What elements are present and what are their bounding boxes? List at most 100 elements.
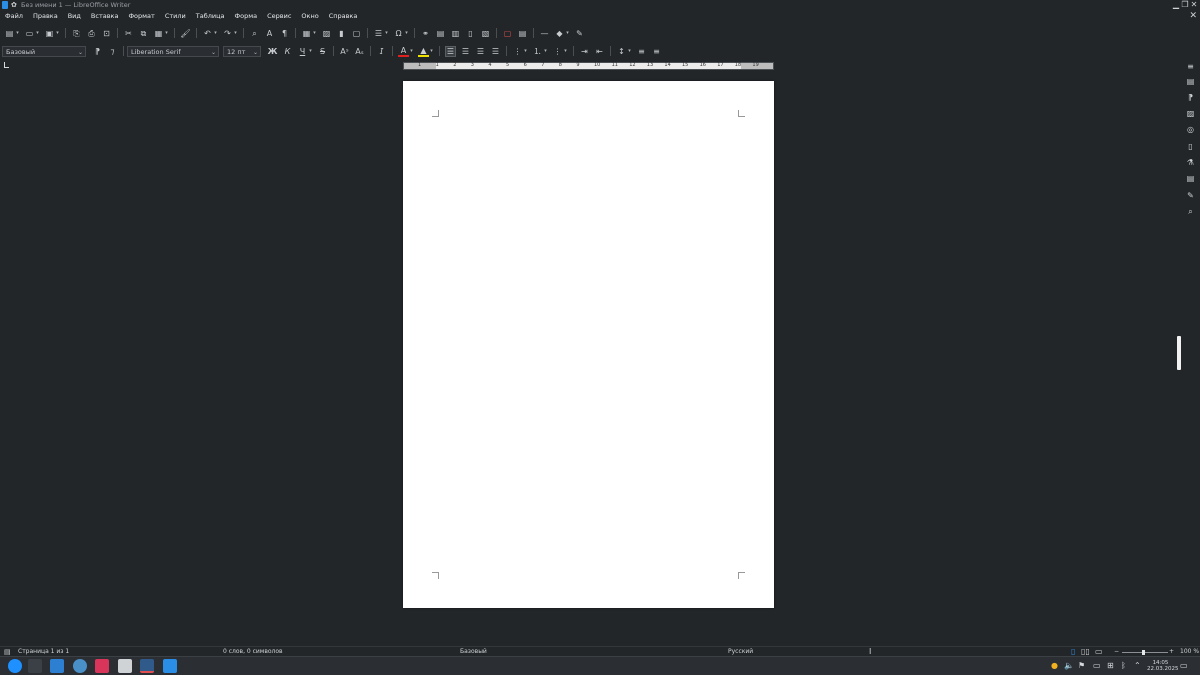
design-icon[interactable]: ✎ (1186, 191, 1195, 200)
menu-insert[interactable]: Вставка (86, 11, 124, 22)
field-dropdown-arrow[interactable]: ▾ (384, 28, 389, 39)
italic-button[interactable]: К (282, 46, 293, 57)
table-dropdown-arrow[interactable]: ▾ (312, 28, 317, 39)
font-size-combo[interactable]: 12 пт ⌄ (223, 45, 261, 58)
properties-icon[interactable]: ▤ (1186, 77, 1195, 86)
outline-list-dropdown-arrow[interactable]: ▾ (563, 46, 568, 57)
close-document-icon[interactable]: ✕ (1189, 11, 1197, 22)
open-icon[interactable]: ▭ (24, 28, 35, 39)
new-dropdown-arrow[interactable]: ▾ (15, 28, 20, 39)
find-icon[interactable]: ⌕ (1186, 207, 1195, 216)
endnote-icon[interactable]: ▥ (450, 28, 461, 39)
paste-dropdown-arrow[interactable]: ▾ (164, 28, 169, 39)
increase-paragraph-spacing-icon[interactable]: ≡ (636, 46, 647, 57)
network-icon[interactable]: ⊞ (1107, 661, 1114, 671)
paste-icon[interactable]: ▦ (153, 28, 164, 39)
file-manager-icon[interactable] (50, 659, 64, 673)
horizontal-line-icon[interactable]: — (539, 28, 550, 39)
chevron-down-icon[interactable]: ⌄ (211, 47, 216, 58)
bullet-list-icon[interactable]: ⋮ (512, 46, 523, 57)
new-style-icon[interactable]: ⁊ (107, 46, 118, 57)
footnote-icon[interactable]: ▤ (435, 28, 446, 39)
style-inspector-icon[interactable]: ⚗ (1186, 158, 1195, 167)
draw-icon[interactable]: ✎ (574, 28, 585, 39)
bookmark-icon[interactable]: ▯ (465, 28, 476, 39)
menu-format[interactable]: Формат (123, 11, 159, 22)
zoom-slider-thumb[interactable] (1142, 650, 1145, 655)
zoom-slider[interactable] (1122, 652, 1168, 653)
notifications-icon[interactable]: ▭ (1180, 661, 1188, 671)
formatting-marks-icon[interactable]: ¶ (279, 28, 290, 39)
font-color-dropdown-arrow[interactable]: ▾ (409, 46, 414, 57)
clock-date[interactable]: 22.03.2025 (1147, 666, 1179, 672)
cut-icon[interactable]: ✂ (123, 28, 134, 39)
tray-expand-icon[interactable]: ⌃ (1134, 661, 1141, 671)
numbered-list-icon[interactable]: ⒈ (532, 46, 543, 57)
decrease-indent-icon[interactable]: ⇤ (594, 46, 605, 57)
align-left-icon[interactable]: ☰ (445, 45, 456, 57)
decrease-paragraph-spacing-icon[interactable]: ≡ (651, 46, 662, 57)
save-icon[interactable]: ▣ (44, 28, 55, 39)
increase-indent-icon[interactable]: ⇥ (579, 46, 590, 57)
undo-dropdown-arrow[interactable]: ▾ (213, 28, 218, 39)
outline-list-icon[interactable]: ⋮ (552, 46, 563, 57)
redo-icon[interactable]: ↷ (222, 28, 233, 39)
comment-icon[interactable]: ▢ (502, 28, 513, 39)
bullet-list-dropdown-arrow[interactable]: ▾ (523, 46, 528, 57)
show-desktop-icon[interactable] (28, 659, 42, 673)
styles-icon[interactable]: ⁋ (1186, 93, 1195, 102)
spelling-icon[interactable]: A (264, 28, 275, 39)
gallery-icon[interactable]: ▨ (1186, 109, 1195, 118)
maximize-icon[interactable]: ❐ (1181, 1, 1189, 9)
volume-icon[interactable]: 🔈 (1064, 661, 1074, 671)
highlight-dropdown-arrow[interactable]: ▾ (429, 46, 434, 57)
browser-icon[interactable] (73, 659, 87, 673)
insert-image-icon[interactable]: ▨ (321, 28, 332, 39)
line-spacing-dropdown-arrow[interactable]: ▾ (627, 46, 632, 57)
menu-edit[interactable]: Правка (28, 11, 63, 22)
print-preview-icon[interactable]: ⊡ (101, 28, 112, 39)
menu-tools[interactable]: Сервис (262, 11, 296, 22)
document-page[interactable] (403, 81, 774, 608)
navigator-icon[interactable]: ◎ (1186, 125, 1195, 134)
undo-icon[interactable]: ↶ (202, 28, 213, 39)
paragraph-style-combo[interactable]: Базовый ⌄ (2, 45, 86, 58)
subscript-icon[interactable]: Aₛ (354, 46, 365, 57)
basic-shapes-icon[interactable]: ◆ (554, 28, 565, 39)
save-dropdown-arrow[interactable]: ▾ (55, 28, 60, 39)
align-center-icon[interactable]: ☰ (460, 46, 471, 57)
chevron-down-icon[interactable]: ⌄ (253, 47, 258, 58)
insert-textbox-icon[interactable]: ▢ (351, 28, 362, 39)
strikethrough-button[interactable]: S (317, 46, 328, 57)
clear-formatting-icon[interactable]: 𝘐 (376, 46, 387, 57)
bold-button[interactable]: Ж (267, 46, 278, 57)
clone-formatting-icon[interactable]: 🖌 (180, 28, 191, 39)
hyperlink-icon[interactable]: ⚭ (420, 28, 431, 39)
minimize-icon[interactable]: ▁ (1172, 1, 1180, 9)
menu-file[interactable]: Файл (0, 11, 28, 22)
menu-view[interactable]: Вид (63, 11, 86, 22)
menu-help[interactable]: Справка (324, 11, 363, 22)
x-terminal-icon[interactable] (118, 659, 132, 673)
menu-table[interactable]: Таблица (191, 11, 230, 22)
menu-styles[interactable]: Стили (160, 11, 191, 22)
chevron-down-icon[interactable]: ⌄ (78, 47, 83, 58)
menu-window[interactable]: Окно (296, 11, 323, 22)
underline-dropdown-arrow[interactable]: ▾ (308, 46, 313, 57)
menu-form[interactable]: Форма (230, 11, 263, 22)
new-document-icon[interactable]: ▤ (4, 28, 15, 39)
sidebar-menu-icon[interactable]: ≡ (1186, 62, 1195, 71)
special-character-icon[interactable]: Ω (393, 28, 404, 39)
tab-stop-selector[interactable] (4, 62, 9, 68)
redo-dropdown-arrow[interactable]: ▾ (233, 28, 238, 39)
insert-chart-icon[interactable]: ▮ (336, 28, 347, 39)
keyboard-layout-icon[interactable]: ⚑ (1078, 661, 1085, 671)
bluetooth-icon[interactable]: ᛒ (1121, 661, 1126, 671)
font-name-combo[interactable]: Liberation Serif ⌄ (127, 45, 219, 58)
libreoffice-writer-task-icon[interactable] (163, 659, 177, 673)
underline-button[interactable]: Ч (297, 46, 308, 57)
app-store-icon[interactable] (95, 659, 109, 673)
line-spacing-icon[interactable]: ↕ (616, 46, 627, 57)
update-notifier-icon[interactable]: ● (1051, 661, 1058, 671)
cross-reference-icon[interactable]: ▧ (480, 28, 491, 39)
